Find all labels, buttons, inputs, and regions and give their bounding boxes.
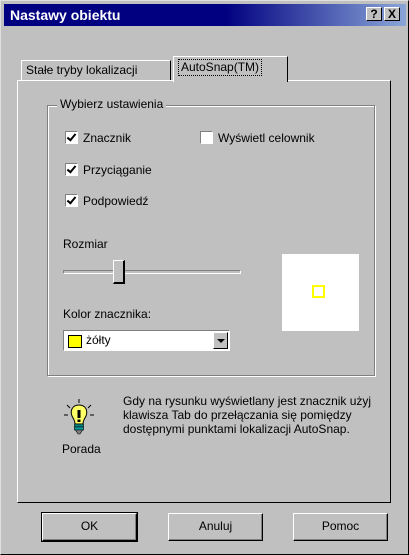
magnet-checkbox-box[interactable] (65, 163, 78, 177)
close-icon[interactable]: X (384, 7, 400, 21)
chevron-down-icon[interactable] (213, 332, 228, 349)
group-label: Wybierz ustawienia (57, 97, 167, 111)
tab-autosnap[interactable]: AutoSnap(TM) (173, 56, 288, 82)
dialog-window: Nastawy obiektu ? X Stałe tryby lokaliza… (0, 0, 409, 555)
tooltip-checkbox[interactable]: Podpowiedź (65, 193, 148, 209)
marker-checkbox-box[interactable] (65, 131, 78, 145)
help-button[interactable]: Pomoc (293, 513, 388, 541)
aperture-checkbox-box[interactable] (200, 131, 213, 145)
color-label: Kolor znacznika: (63, 307, 152, 321)
window-title: Nastawy obiektu (10, 7, 121, 23)
magnet-checkbox-label: Przyciąganie (83, 163, 152, 177)
marker-preview (282, 254, 359, 331)
tab-running-osnap[interactable]: Stałe tryby lokalizacji (21, 60, 171, 80)
ok-button[interactable]: OK (41, 512, 138, 542)
marker-preview-square (312, 285, 325, 298)
tooltip-checkbox-box[interactable] (65, 194, 78, 208)
color-select[interactable]: żółty (63, 330, 230, 351)
aperture-checkbox-label: Wyświetl celownik (218, 131, 315, 145)
help-icon[interactable]: ? (366, 7, 382, 21)
marker-checkbox[interactable]: Znacznik (65, 130, 131, 146)
aperture-checkbox[interactable]: Wyświetl celownik (200, 130, 315, 146)
title-bar[interactable]: Nastawy obiektu ? X (4, 4, 406, 26)
magnet-checkbox[interactable]: Przyciąganie (65, 162, 152, 178)
marker-checkbox-label: Znacznik (83, 131, 132, 145)
tip-label: Porada (62, 442, 101, 456)
tooltip-checkbox-label: Podpowiedź (83, 194, 149, 208)
color-select-value: żółty (86, 333, 111, 347)
color-swatch (68, 335, 82, 348)
cancel-button[interactable]: Anuluj (168, 513, 263, 541)
size-slider-thumb[interactable] (112, 260, 125, 284)
lightbulb-icon (64, 399, 94, 435)
size-slider-track[interactable] (63, 270, 241, 274)
tip-text: Gdy na rysunku wyświetlany jest znacznik… (123, 394, 372, 436)
size-label: Rozmiar (63, 237, 108, 251)
tab-autosnap-label: AutoSnap(TM) (178, 59, 263, 76)
